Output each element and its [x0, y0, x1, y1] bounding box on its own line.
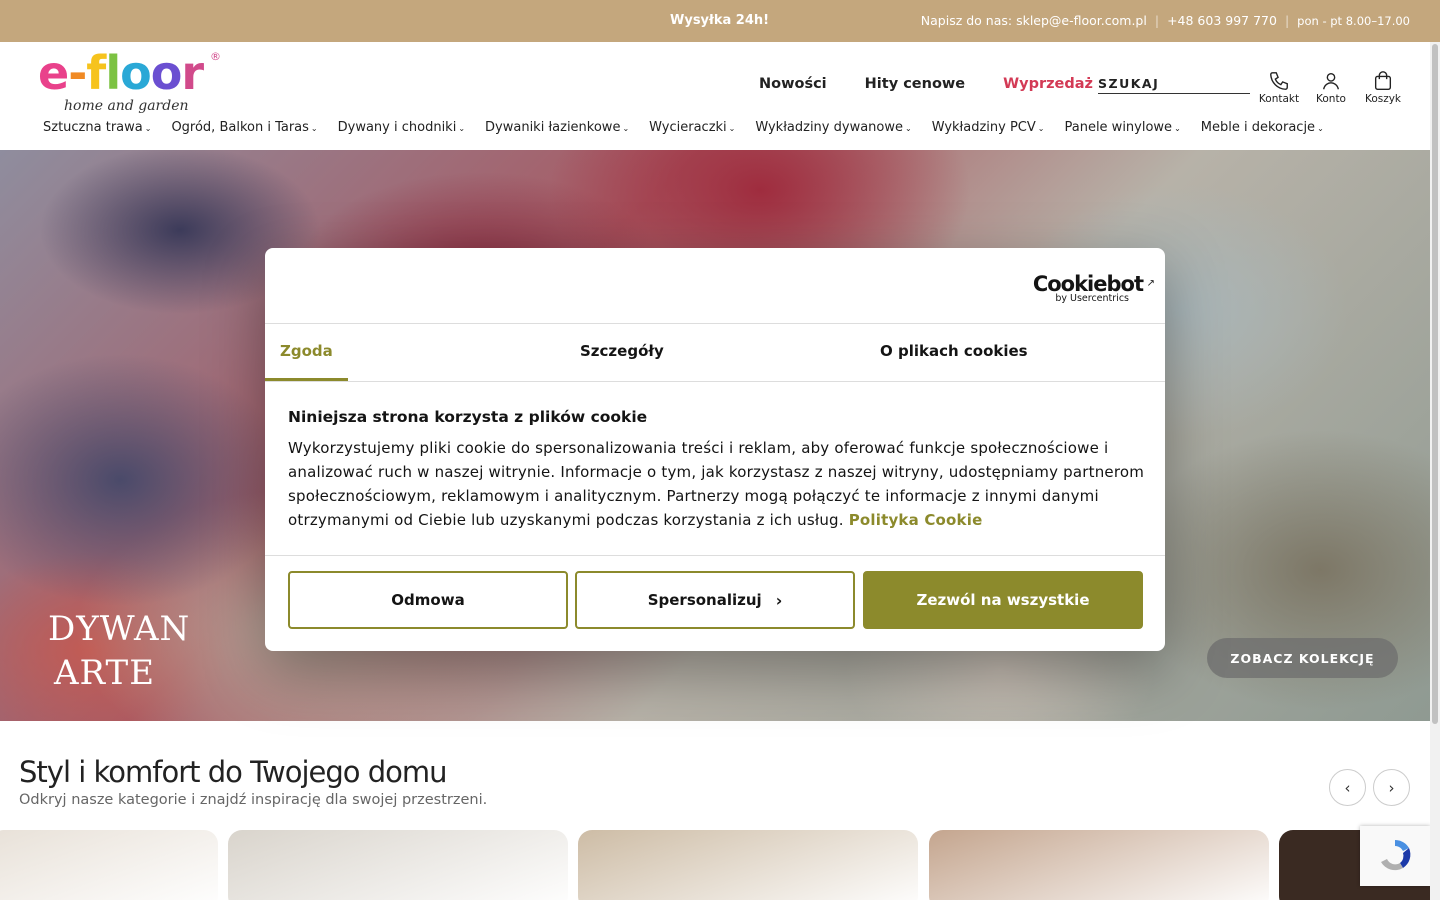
category-item[interactable]: Ogród, Balkon i Taras ⌄	[171, 120, 317, 135]
chevron-down-icon: ⌄	[310, 124, 318, 133]
chevron-down-icon: ⌄	[1317, 124, 1324, 133]
category-item[interactable]: Sztuczna trawa ⌄	[43, 120, 151, 135]
registered-mark: ®	[210, 50, 221, 63]
category-label: Meble i dekoracje	[1200, 120, 1316, 135]
category-label: Wykładziny dywanowe	[755, 120, 903, 135]
separator: |	[1284, 13, 1290, 28]
section-title: Styl i komfort do Twojego domu	[19, 755, 448, 789]
chevron-down-icon: ⌄	[1174, 124, 1181, 133]
tile-kids-room[interactable]	[228, 830, 568, 900]
nav-hits[interactable]: Hity cenowe	[865, 76, 965, 92]
recaptcha-badge[interactable]	[1360, 826, 1430, 886]
chevron-down-icon: ⌄	[728, 124, 736, 133]
phone-link[interactable]: +48 603 997 770	[1167, 13, 1277, 28]
bag-icon	[1374, 71, 1392, 90]
chevron-down-icon: ⌄	[144, 124, 152, 133]
logo-letter: e	[38, 46, 69, 100]
header-icons: Kontakt Konto Koszyk	[1258, 70, 1402, 105]
account-label: Konto	[1316, 93, 1346, 105]
logo-tagline: home and garden	[64, 98, 189, 114]
hero-title-line2: ARTE	[54, 653, 156, 693]
section-subtitle: Odkryj nasze kategorie i znajdź inspirac…	[19, 792, 488, 808]
chevron-down-icon: ⌄	[622, 124, 630, 133]
category-label: Dywany i chodniki	[337, 120, 457, 135]
category-label: Panele winylowe	[1064, 120, 1173, 135]
category-carousel	[0, 830, 1430, 900]
category-item[interactable]: Wycieraczki ⌄	[649, 120, 735, 135]
search-input[interactable]: SZUKAJ	[1098, 76, 1250, 94]
category-item[interactable]: Dywaniki łazienkowe ⌄	[485, 120, 629, 135]
tab-details[interactable]: Szczegóły	[580, 342, 664, 360]
cookie-body-text: Wykorzystujemy pliki cookie do spersonal…	[288, 439, 1145, 529]
contact-info: Napisz do nas: sklep@e-floor.com.pl | +4…	[921, 13, 1410, 28]
page-scrollbar[interactable]	[1430, 42, 1440, 900]
cookie-tabs: Zgoda Szczegóły O plikach cookies	[265, 323, 1165, 382]
hero-title-line1: DYWAN	[48, 609, 191, 649]
logo-letter: o	[120, 46, 152, 100]
carousel-next-button[interactable]: ›	[1373, 769, 1410, 806]
category-label: Dywaniki łazienkowe	[485, 120, 621, 135]
nav-sale[interactable]: Wyprzedaż	[1003, 76, 1093, 92]
logo-letter: l	[105, 46, 121, 100]
divider	[265, 555, 1165, 556]
category-label: Ogród, Balkon i Taras	[171, 120, 309, 135]
phone-icon	[1270, 72, 1288, 90]
logo-letter: o	[150, 46, 183, 100]
cookie-heading: Niniejsza strona korzysta z plików cooki…	[288, 408, 648, 426]
cookie-consent-dialog: Cookiebot by Usercentrics ↗ Zgoda Szczeg…	[265, 248, 1165, 651]
cookie-policy-link[interactable]: Polityka Cookie	[849, 511, 983, 529]
allow-all-button[interactable]: Zezwól na wszystkie	[863, 571, 1143, 629]
category-label: Wycieraczki	[649, 120, 727, 135]
opening-hours: pon - pt 8.00–17.00	[1297, 14, 1410, 28]
cart-button[interactable]: Koszyk	[1364, 70, 1402, 105]
contact-button[interactable]: Kontakt	[1258, 70, 1300, 105]
tile-hallway[interactable]	[578, 830, 918, 900]
chevron-down-icon: ⌄	[905, 124, 912, 133]
see-collection-button[interactable]: ZOBACZ KOLEKCJĘ	[1207, 638, 1398, 678]
category-item[interactable]: Meble i dekoracje ⌄	[1201, 120, 1324, 135]
tab-consent[interactable]: Zgoda	[280, 342, 333, 360]
cart-label: Koszyk	[1364, 93, 1402, 105]
carousel-prev-button[interactable]: ‹	[1329, 769, 1366, 806]
tile-rug-leaves[interactable]	[929, 830, 1269, 900]
logo-letter: f	[86, 46, 106, 100]
hero-title: DYWAN ARTE	[48, 607, 190, 695]
account-button[interactable]: Konto	[1312, 70, 1350, 105]
category-label: Wykładziny PCV	[931, 120, 1036, 135]
chevron-right-icon: ›	[775, 590, 783, 610]
chevron-down-icon: ⌄	[1037, 124, 1045, 133]
recaptcha-icon	[1381, 839, 1411, 871]
active-tab-indicator	[265, 378, 348, 381]
shipping-banner: Wysyłka 24h!	[670, 13, 770, 28]
customize-button[interactable]: Spersonalizuj ›	[575, 571, 855, 629]
contact-label: Kontakt	[1258, 93, 1300, 105]
category-item[interactable]: Panele winylowe ⌄	[1064, 120, 1180, 135]
site-header: e-floor ® home and garden Nowości Hity c…	[0, 42, 1430, 150]
deny-button[interactable]: Odmowa	[288, 571, 568, 629]
category-label: Sztuczna trawa	[43, 120, 143, 135]
customize-label: Spersonalizuj	[647, 591, 762, 609]
category-nav: Sztuczna trawa ⌄ Ogród, Balkon i Taras ⌄ Dyw…	[43, 120, 1324, 135]
cookie-body: Wykorzystujemy pliki cookie do spersonal…	[288, 436, 1148, 532]
main-nav: Nowości Hity cenowe Wyprzedaż	[759, 76, 1093, 92]
logo-wordmark: e-floor	[38, 46, 228, 100]
nav-new[interactable]: Nowości	[759, 76, 827, 92]
category-item[interactable]: Wykładziny dywanowe ⌄	[755, 120, 911, 135]
top-bar: Wysyłka 24h! Napisz do nas: sklep@e-floo…	[0, 0, 1440, 42]
tile-living-room[interactable]	[0, 830, 218, 900]
logo-letter: -	[68, 46, 87, 100]
logo-letter: r	[181, 46, 204, 100]
tab-about-cookies[interactable]: O plikach cookies	[880, 342, 1028, 360]
scrollbar-thumb[interactable]	[1432, 44, 1438, 724]
cookiebot-logo[interactable]: Cookiebot by Usercentrics ↗	[1033, 272, 1155, 304]
separator: |	[1154, 13, 1160, 28]
chevron-down-icon: ⌄	[458, 124, 466, 133]
external-link-icon: ↗	[1146, 278, 1155, 289]
user-icon	[1322, 72, 1340, 90]
logo[interactable]: e-floor ® home and garden	[38, 46, 228, 126]
category-item[interactable]: Dywany i chodniki ⌄	[338, 120, 465, 135]
category-item[interactable]: Wykładziny PCV ⌄	[932, 120, 1045, 135]
email-link[interactable]: Napisz do nas: sklep@e-floor.com.pl	[921, 13, 1147, 28]
